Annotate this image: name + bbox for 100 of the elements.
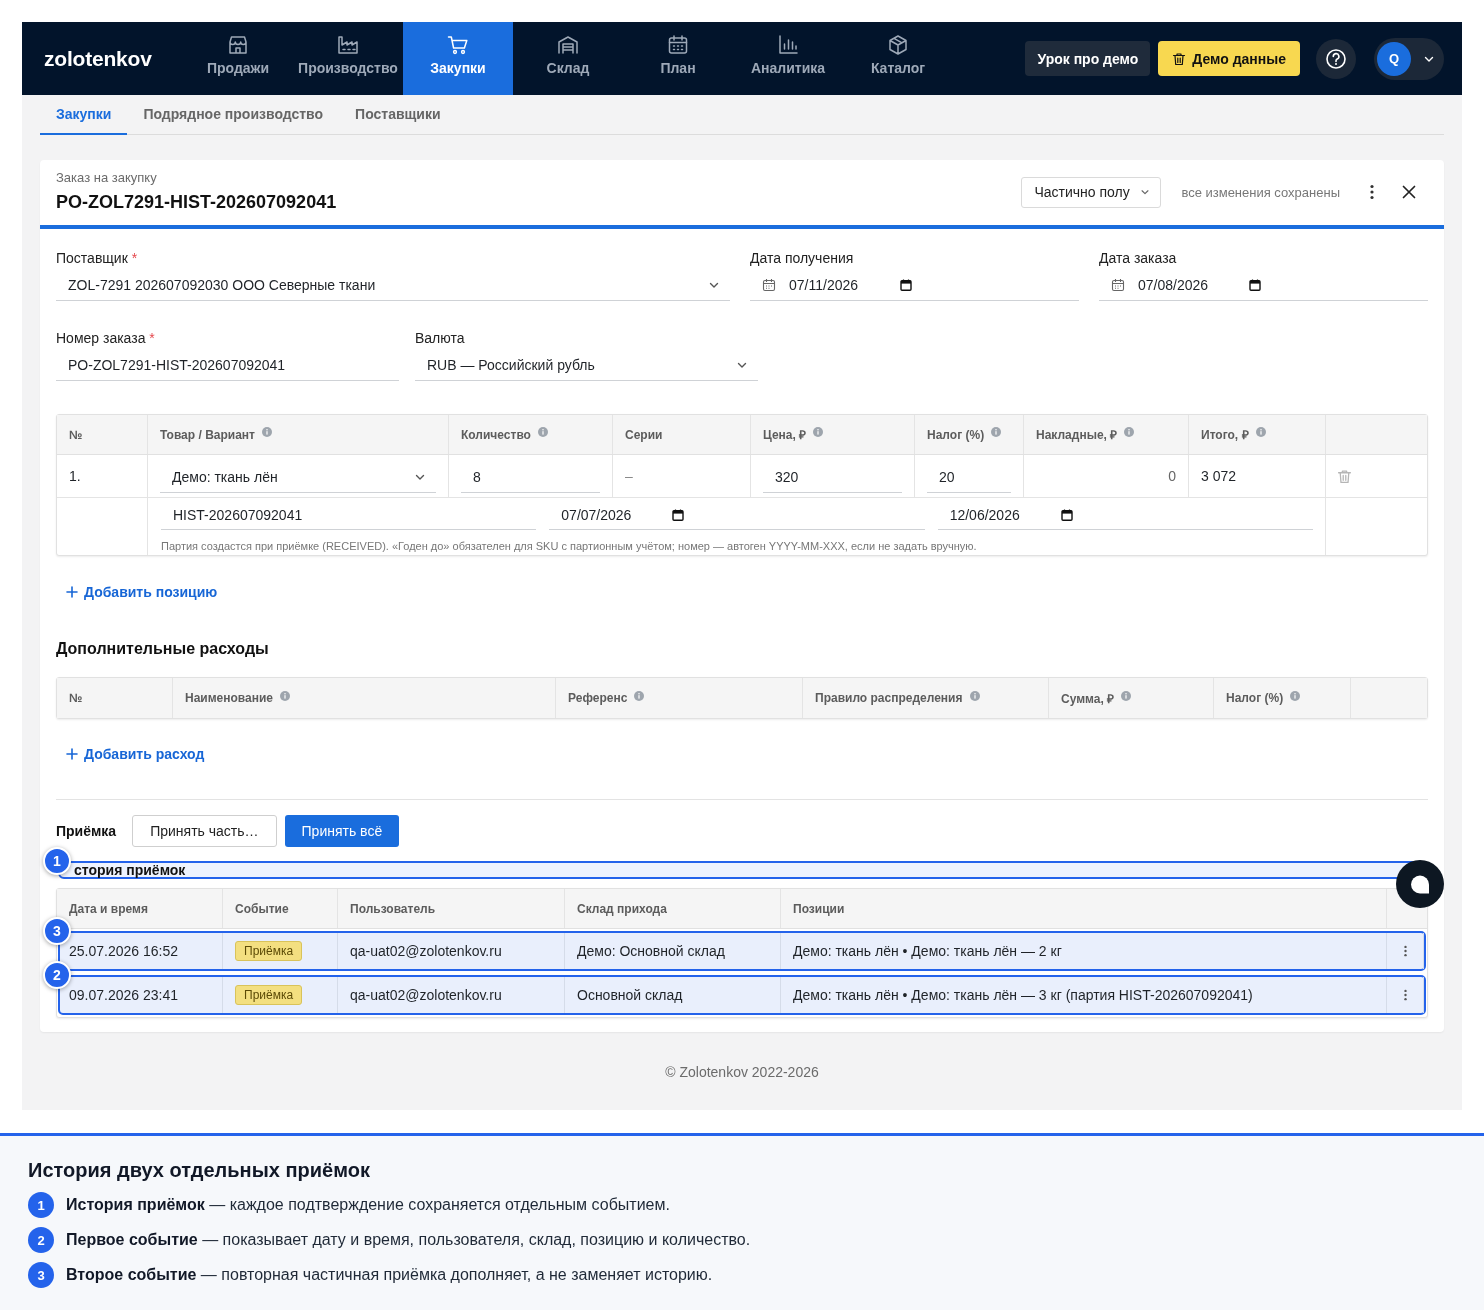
table-cell: Демо: ткань лён • Демо: ткань лён — 2 кг [781,933,1387,969]
column-header: Серии [625,427,663,442]
legend-text: Второе событие — повторная частичная приёмка дополняет, а не заменяет историю. [66,1266,713,1284]
nav-tab[interactable]: Продажи [183,22,293,95]
save-status-text: все изменения сохранены [1181,184,1340,200]
row-number: 1. [69,468,81,484]
nav-tab[interactable]: Склад [513,22,623,95]
calendar-icon[interactable] [672,508,685,521]
status-select[interactable]: Частично полу [1021,176,1162,208]
table-cell: Демо: Основной склад [565,933,781,969]
input-field[interactable]: PO-ZOL7291-HIST-202607092041 [56,350,399,381]
add-expense-link[interactable]: Добавить расход [66,744,205,764]
column-header: Дата и время [69,901,148,916]
section-heading: Дополнительные расходы [56,640,270,658]
nav-tab[interactable]: План [623,22,733,95]
help-icon[interactable] [1316,38,1356,79]
legend-title: История двух отдельных приёмок [28,1158,371,1183]
batch-number-input[interactable]: HIST-202607092041 [161,500,537,530]
date-field[interactable]: 07/11/2026 [750,270,1079,301]
tax-input[interactable]: 20 [927,462,1011,493]
field-label: Валюта [415,330,466,346]
nav-tab[interactable]: Закупки [403,22,513,95]
order-type-label: Заказ на закупку [56,170,158,186]
column-header: Итого, ₽ [1201,427,1249,443]
chat-icon[interactable] [1396,860,1444,908]
nav-tab[interactable]: Аналитика [733,22,843,95]
number-marker: 1 [28,1192,54,1218]
number-marker: 3 [28,1262,54,1288]
legend-text: Первое событие — показывает дату и время, пользователя, склад, позицию и количество. [66,1231,751,1249]
column-header: № [69,691,83,705]
column-header: Позиции [793,901,845,916]
column-header: № [69,427,83,442]
select-field[interactable]: ZOL-7291 202607092030 ООО Северные ткани [56,270,730,301]
account-menu-button[interactable]: Q [1374,37,1444,80]
more-icon[interactable] [1403,989,1407,1001]
number-marker: 2 [28,1227,54,1253]
overhead-value: 0 [1168,468,1176,484]
total-value: 3 072 [1201,468,1237,484]
series-value: – [625,468,633,484]
order-title: PO-ZOL7291-HIST-202607092041 [56,191,338,214]
column-header: Сумма, ₽ [1061,690,1115,707]
storefront-icon [226,33,250,57]
column-header: Налог (%) [1226,691,1284,705]
select-field[interactable]: RUB — Российский рубль [415,350,758,381]
cart-icon [446,33,470,57]
date-field[interactable]: 07/07/2026 [549,500,925,530]
quantity-input[interactable]: 8 [461,462,600,493]
sub-tab[interactable]: Закупки [40,95,128,135]
calendar-icon [666,33,690,57]
copyright-text: © Zolotenkov 2022-2026 [665,1064,819,1080]
column-header: Цена, ₽ [763,427,807,443]
logo[interactable]: zolotenkov [44,46,152,71]
trash-icon [1172,51,1187,66]
box-icon [886,33,910,57]
sub-tab[interactable]: Поставщики [339,95,457,135]
column-header: Склад прихода [577,901,667,916]
hint-text: Партия создастся при приёмке (RECEIVED). «Годен до» обязателен для SKU с партионным учётом; номер — автоген YYYY-MM-XXX, если не задать вручную. [161,539,978,553]
callout-marker: 2 [43,961,71,989]
column-header: Пользователь [350,901,436,916]
table-cell: qa-uat02@zolotenkov.ru [338,933,565,969]
bar-chart-icon [776,33,800,57]
table-cell: Демо: ткань лён • Демо: ткань лён — 3 кг (партия HIST-202607092041) [781,977,1387,1013]
date-field[interactable]: 07/08/2026 [1099,270,1428,301]
event-tag: Приёмка [235,941,303,961]
nav-tab[interactable]: Каталог [843,22,953,95]
plus-icon [66,748,78,760]
close-icon[interactable] [1402,185,1416,199]
factory-icon [336,33,360,57]
section-label: Приёмка [56,823,117,839]
field-label: Дата заказа [1099,250,1178,266]
plus-icon [66,586,78,598]
calendar-icon[interactable] [900,279,912,291]
legend-text: История приёмок — каждое подтверждение сохраняется отдельным событием. [66,1196,670,1214]
column-header: Наименование [185,691,274,705]
accept-part-button[interactable]: Принять часть… [132,815,277,847]
calendar-icon [1111,278,1125,292]
column-header: Правило распределения [815,691,963,705]
callout-marker: 1 [43,847,71,875]
warehouse-icon [556,33,580,57]
product-select[interactable]: Демо: ткань лён [160,462,436,493]
demo-data-button[interactable]: Демо данные [1158,41,1300,76]
column-header: Количество [461,427,531,442]
add-item-link[interactable]: Добавить позицию [66,582,218,602]
more-icon[interactable] [1403,945,1407,957]
table-cell: qa-uat02@zolotenkov.ru [338,977,565,1013]
callout-marker: 3 [43,917,71,945]
nav-tab[interactable]: Производство [293,22,403,95]
sub-tab[interactable]: Подрядное производство [127,95,340,135]
column-header: Событие [235,901,289,916]
calendar-icon[interactable] [1249,279,1261,291]
date-field[interactable]: 12/06/2026 [937,500,1313,530]
price-input[interactable]: 320 [763,462,902,493]
column-header: Накладные, ₽ [1036,427,1118,443]
demo-lesson-button[interactable]: Урок про демо [1025,41,1151,76]
accept-all-button[interactable]: Принять всё [284,815,400,847]
more-icon[interactable] [1370,184,1374,200]
calendar-icon[interactable] [1060,508,1073,521]
field-label: Номер заказа * [56,330,156,346]
user-avatar: Q [1377,41,1411,76]
chevron-down-icon [1140,187,1151,197]
